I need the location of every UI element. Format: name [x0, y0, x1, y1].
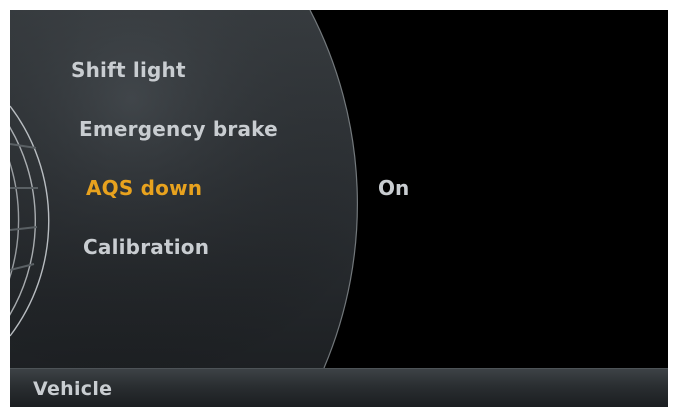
- selected-setting-value: On: [378, 176, 410, 200]
- display-screen: Shift light Emergency brake AQS down Cal…: [10, 10, 668, 368]
- menu-item-shift-light[interactable]: Shift light: [71, 58, 186, 82]
- menu-item-calibration[interactable]: Calibration: [83, 235, 209, 259]
- menu-item-emergency-brake[interactable]: Emergency brake: [79, 117, 278, 141]
- menu-item-aqs-down[interactable]: AQS down: [86, 176, 202, 200]
- footer-title: Vehicle: [33, 378, 113, 400]
- footer-bar: Vehicle: [10, 368, 668, 407]
